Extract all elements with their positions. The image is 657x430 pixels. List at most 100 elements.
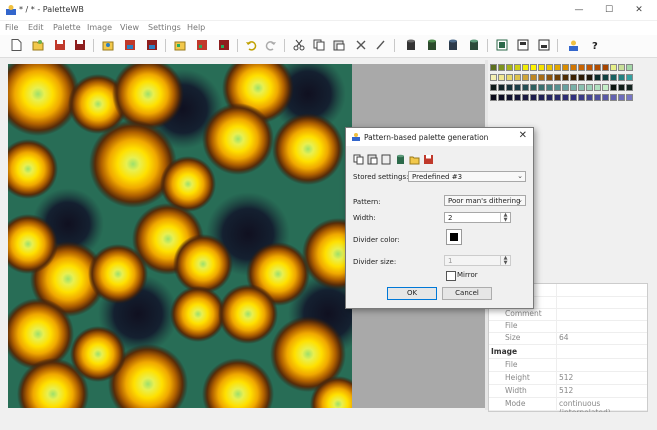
- export-palette-icon[interactable]: [194, 37, 210, 53]
- property-row-mode[interactable]: Modecontinuous (interpolated): [489, 398, 647, 417]
- palette-swatch[interactable]: [514, 94, 521, 101]
- menu-edit[interactable]: Edit: [28, 23, 44, 32]
- palette-swatch[interactable]: [506, 64, 513, 71]
- palette-swatch[interactable]: [562, 64, 569, 71]
- help-icon[interactable]: ?: [587, 37, 603, 53]
- copy-icon[interactable]: [311, 37, 327, 53]
- palette-swatch[interactable]: [586, 74, 593, 81]
- palette-swatch[interactable]: [578, 84, 585, 91]
- dialog-open-folder-icon[interactable]: [409, 154, 420, 165]
- palette-swatch[interactable]: [530, 94, 537, 101]
- cut-icon[interactable]: [291, 37, 307, 53]
- dialog-close-button[interactable]: ✕: [519, 130, 527, 141]
- open-image-icon[interactable]: [100, 37, 116, 53]
- minimize-button[interactable]: —: [564, 0, 594, 20]
- palette-swatch[interactable]: [586, 84, 593, 91]
- palette-swatch[interactable]: [602, 64, 609, 71]
- save-image-as-icon[interactable]: [144, 37, 160, 53]
- palette-swatch[interactable]: [594, 74, 601, 81]
- edit-icon[interactable]: [373, 37, 389, 53]
- palette-swatch[interactable]: [490, 94, 497, 101]
- palette-swatch[interactable]: [514, 64, 521, 71]
- palette-swatch[interactable]: [570, 94, 577, 101]
- spin-arrows-icon[interactable]: ▲ ▼: [500, 256, 510, 265]
- mirror-checkbox[interactable]: [446, 271, 456, 281]
- palette-swatch[interactable]: [490, 64, 497, 71]
- palette-swatch[interactable]: [626, 94, 633, 101]
- palette-swatch[interactable]: [538, 74, 545, 81]
- dialog-copy-icon[interactable]: [353, 154, 364, 165]
- palette-swatch[interactable]: [546, 64, 553, 71]
- palette-swatch[interactable]: [602, 84, 609, 91]
- menu-help[interactable]: Help: [187, 23, 205, 32]
- palette-swatch[interactable]: [522, 74, 529, 81]
- palette-swatch[interactable]: [522, 94, 529, 101]
- palette-swatch[interactable]: [546, 84, 553, 91]
- palette-swatch[interactable]: [570, 64, 577, 71]
- palette-swatch[interactable]: [554, 64, 561, 71]
- property-row-width[interactable]: Width 512: [489, 385, 647, 398]
- palette-swatch[interactable]: [498, 84, 505, 91]
- ok-button[interactable]: OK: [387, 287, 437, 300]
- palette-swatch[interactable]: [490, 74, 497, 81]
- palette-swatch[interactable]: [538, 94, 545, 101]
- palette-view-2-icon[interactable]: [515, 37, 531, 53]
- cylinder-4-icon[interactable]: [466, 37, 482, 53]
- new-icon[interactable]: [8, 37, 24, 53]
- dialog-save-icon[interactable]: [423, 154, 434, 165]
- palette-swatch[interactable]: [610, 64, 617, 71]
- palette-swatch[interactable]: [618, 94, 625, 101]
- redo-icon[interactable]: [263, 37, 279, 53]
- delete-icon[interactable]: [353, 37, 369, 53]
- palette-swatch[interactable]: [554, 94, 561, 101]
- palette-swatch[interactable]: [578, 94, 585, 101]
- undo-icon[interactable]: [243, 37, 259, 53]
- palette-swatch[interactable]: [626, 74, 633, 81]
- palette-swatch[interactable]: [554, 74, 561, 81]
- menu-view[interactable]: View: [120, 23, 139, 32]
- dialog-paste-icon[interactable]: [367, 154, 378, 165]
- image-canvas[interactable]: [8, 64, 352, 408]
- palette-swatch[interactable]: [522, 84, 529, 91]
- palette-swatch[interactable]: [530, 84, 537, 91]
- palette-swatch[interactable]: [562, 84, 569, 91]
- palette-swatch[interactable]: [626, 84, 633, 91]
- palette-swatch[interactable]: [594, 84, 601, 91]
- palette-swatch[interactable]: [570, 74, 577, 81]
- palette-swatch[interactable]: [578, 74, 585, 81]
- palette-swatch[interactable]: [570, 84, 577, 91]
- dialog-paste-special-icon[interactable]: [381, 154, 392, 165]
- palette-view-1-icon[interactable]: [494, 37, 510, 53]
- palette-swatch[interactable]: [602, 94, 609, 101]
- palette-swatch[interactable]: [586, 94, 593, 101]
- import-palette-icon[interactable]: [172, 37, 188, 53]
- palette-swatch[interactable]: [546, 94, 553, 101]
- palette-swatch[interactable]: [610, 94, 617, 101]
- palette-swatch[interactable]: [506, 94, 513, 101]
- palette-swatch[interactable]: [530, 74, 537, 81]
- palette-swatch[interactable]: [578, 64, 585, 71]
- palette-swatch[interactable]: [610, 84, 617, 91]
- menu-image[interactable]: Image: [87, 23, 112, 32]
- property-row-image-file[interactable]: File: [489, 359, 647, 372]
- save-icon[interactable]: [52, 37, 68, 53]
- palette-swatch[interactable]: [618, 84, 625, 91]
- palette-swatch[interactable]: [490, 84, 497, 91]
- palette-swatch[interactable]: [514, 84, 521, 91]
- divider-size-spinner[interactable]: 1 ▲ ▼: [444, 255, 511, 266]
- palette-swatch[interactable]: [618, 64, 625, 71]
- menu-palette[interactable]: Palette: [53, 23, 81, 32]
- palette-swatch[interactable]: [538, 84, 545, 91]
- save-as-icon[interactable]: [72, 37, 88, 53]
- palette-swatch[interactable]: [618, 74, 625, 81]
- spin-arrows-icon[interactable]: ▲ ▼: [500, 213, 510, 222]
- palette-swatch[interactable]: [586, 64, 593, 71]
- palette-swatch[interactable]: [538, 64, 545, 71]
- property-row-height[interactable]: Height 512: [489, 372, 647, 385]
- palette-swatch[interactable]: [554, 84, 561, 91]
- palette-swatch[interactable]: [594, 64, 601, 71]
- palette-swatch[interactable]: [546, 74, 553, 81]
- palette-swatch[interactable]: [562, 94, 569, 101]
- cancel-button[interactable]: Cancel: [442, 287, 492, 300]
- palette-swatch[interactable]: [498, 74, 505, 81]
